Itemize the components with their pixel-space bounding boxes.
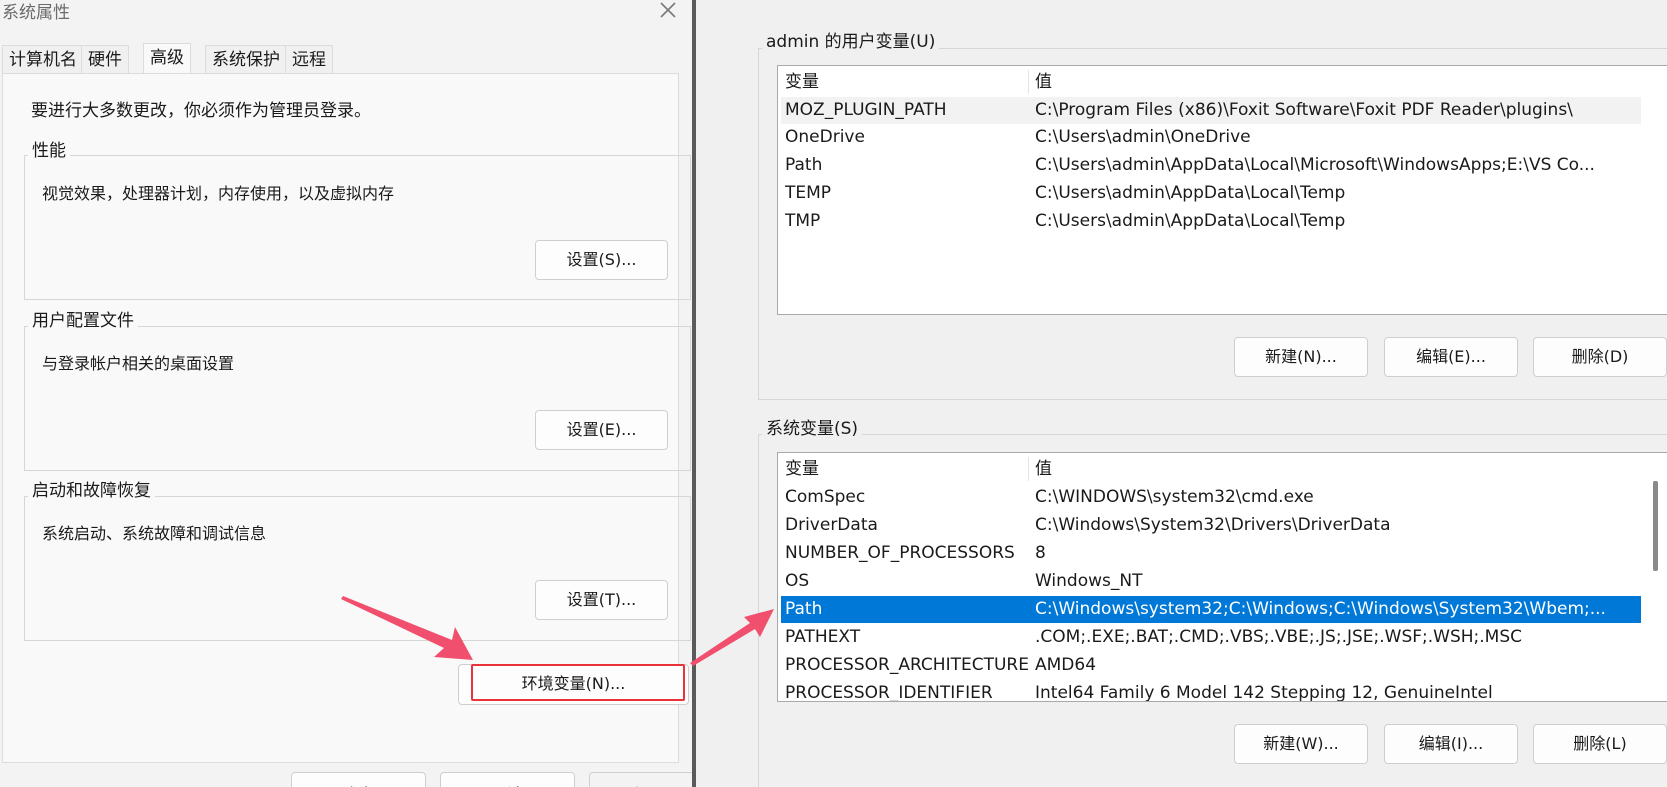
tab-advanced[interactable]: 高级: [143, 43, 191, 74]
system-delete-button[interactable]: 删除(L): [1533, 724, 1667, 764]
table-row[interactable]: MOZ_PLUGIN_PATH C:\Program Files (x86)\Fo…: [781, 97, 1641, 124]
table-row[interactable]: OS Windows_NT: [781, 568, 1641, 595]
column-value-header[interactable]: 值: [1035, 66, 1052, 98]
user-new-button[interactable]: 新建(N)...: [1234, 337, 1368, 377]
performance-label: 性能: [28, 136, 70, 161]
highlight-box: [471, 664, 685, 701]
table-row[interactable]: TEMP C:\Users\admin\AppData\Local\Temp: [781, 180, 1641, 207]
tab-computer-name[interactable]: 计算机名: [2, 45, 84, 73]
performance-settings-button[interactable]: 设置(S)...: [535, 240, 668, 280]
startup-recovery-settings-button[interactable]: 设置(T)...: [535, 580, 668, 620]
performance-description: 视觉效果，处理器计划，内存使用，以及虚拟内存: [42, 184, 395, 203]
tab-system-protection[interactable]: 系统保护: [205, 45, 287, 73]
close-icon[interactable]: [656, 0, 680, 22]
column-name-header[interactable]: 变量: [785, 453, 819, 485]
system-new-button[interactable]: 新建(W)...: [1234, 724, 1368, 764]
table-row[interactable]: OneDrive C:\Users\admin\OneDrive: [781, 124, 1641, 151]
system-properties-dialog: 系统属性 计算机名 硬件 高级 系统保护 远程 要进行大多数更改，你必须作为管理…: [0, 0, 692, 787]
user-edit-button[interactable]: 编辑(E)...: [1384, 337, 1518, 377]
apply-button[interactable]: 应用(A): [589, 772, 692, 787]
admin-notice: 要进行大多数更改，你必须作为管理员登录。: [31, 101, 371, 121]
table-row[interactable]: PROCESSOR_IDENTIFIER Intel64 Family 6 Mod…: [781, 680, 1641, 701]
startup-recovery-description: 系统启动、系统故障和调试信息: [42, 524, 267, 543]
table-row[interactable]: PROCESSOR_ARCHITECTURE AMD64: [781, 652, 1641, 679]
system-variables-list[interactable]: 变量 值 ComSpec C:\WINDOWS\system32\cmd.exe …: [777, 452, 1667, 702]
table-row[interactable]: NUMBER_OF_PROCESSORS 8: [781, 540, 1641, 567]
annotation-arrow: [688, 605, 776, 667]
table-row[interactable]: DriverData C:\Windows\System32\Drivers\Dr…: [781, 512, 1641, 539]
scrollbar-thumb[interactable]: [1653, 481, 1658, 571]
system-edit-button[interactable]: 编辑(I)...: [1384, 724, 1518, 764]
system-variables-scrollbar[interactable]: [1648, 453, 1662, 701]
user-profiles-description: 与登录帐户相关的桌面设置: [42, 354, 235, 373]
cancel-button[interactable]: 取消: [440, 772, 575, 787]
table-row[interactable]: Path C:\Users\admin\AppData\Local\Microso…: [781, 152, 1641, 179]
user-profiles-label: 用户配置文件: [28, 306, 138, 331]
tab-remote[interactable]: 远程: [285, 45, 333, 73]
dialog-title: 系统属性: [2, 3, 70, 23]
table-row-selected[interactable]: Path C:\Windows\system32;C:\Windows;C:\Wi…: [781, 596, 1641, 623]
annotation-arrow: [340, 592, 475, 664]
ok-button[interactable]: 确定: [291, 772, 426, 787]
user-variables-list[interactable]: 变量 值 MOZ_PLUGIN_PATH C:\Program Files (x8…: [777, 65, 1667, 315]
system-variables-label: 系统变量(S): [762, 414, 863, 439]
environment-variables-dialog: admin 的用户变量(U) 变量 值 MOZ_PLUGIN_PATH C:\Pr…: [696, 0, 1667, 787]
user-variables-label: admin 的用户变量(U): [762, 27, 940, 52]
user-profiles-settings-button[interactable]: 设置(E)...: [535, 410, 668, 450]
table-row[interactable]: PATHEXT .COM;.EXE;.BAT;.CMD;.VBS;.VBE;.JS…: [781, 624, 1641, 651]
user-delete-button[interactable]: 删除(D): [1533, 337, 1667, 377]
startup-recovery-label: 启动和故障恢复: [28, 476, 155, 501]
column-value-header[interactable]: 值: [1035, 453, 1052, 485]
list-header: 变量 值: [778, 66, 1667, 96]
tab-hardware[interactable]: 硬件: [81, 45, 129, 73]
list-header: 变量 值: [778, 453, 1667, 483]
table-row[interactable]: TMP C:\Users\admin\AppData\Local\Temp: [781, 208, 1641, 235]
column-name-header[interactable]: 变量: [785, 66, 819, 98]
table-row[interactable]: ComSpec C:\WINDOWS\system32\cmd.exe: [781, 484, 1641, 511]
